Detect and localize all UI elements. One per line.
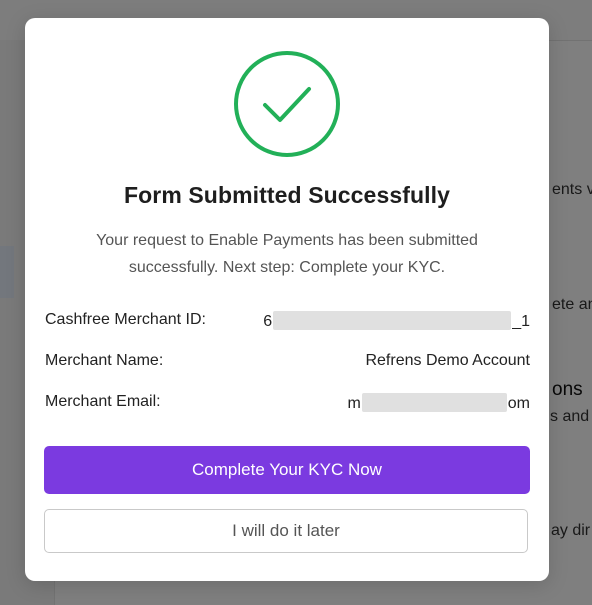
merchant-id-label: Cashfree Merchant ID: <box>45 311 206 328</box>
merchant-email-value: m om <box>347 393 530 413</box>
success-modal: Form Submitted Successfully Your request… <box>25 18 549 581</box>
modal-subtitle: Your request to Enable Payments has been… <box>96 232 478 276</box>
merchant-name-value: Refrens Demo Account <box>365 352 530 369</box>
merchant-id-suffix: _1 <box>512 313 530 330</box>
merchant-email-prefix: m <box>347 395 361 412</box>
merchant-email-label: Merchant Email: <box>45 393 161 410</box>
check-circle-icon <box>234 51 340 157</box>
merchant-name-row: Merchant Name: Refrens Demo Account <box>45 352 530 376</box>
complete-kyc-button[interactable]: Complete Your KYC Now <box>44 446 530 494</box>
merchant-email-row: Merchant Email: m om <box>45 393 530 417</box>
redacted-blur <box>273 311 512 330</box>
merchant-id-prefix: 6 <box>263 313 273 330</box>
modal-title: Form Submitted Successfully <box>123 182 451 208</box>
do-later-button[interactable]: I will do it later <box>44 509 528 553</box>
merchant-name-label: Merchant Name: <box>45 352 164 369</box>
merchant-email-suffix: om <box>507 395 530 412</box>
redacted-blur <box>361 393 507 412</box>
merchant-id-value: 6 _1 <box>263 311 530 331</box>
merchant-id-row: Cashfree Merchant ID: 6 _1 <box>45 311 530 335</box>
